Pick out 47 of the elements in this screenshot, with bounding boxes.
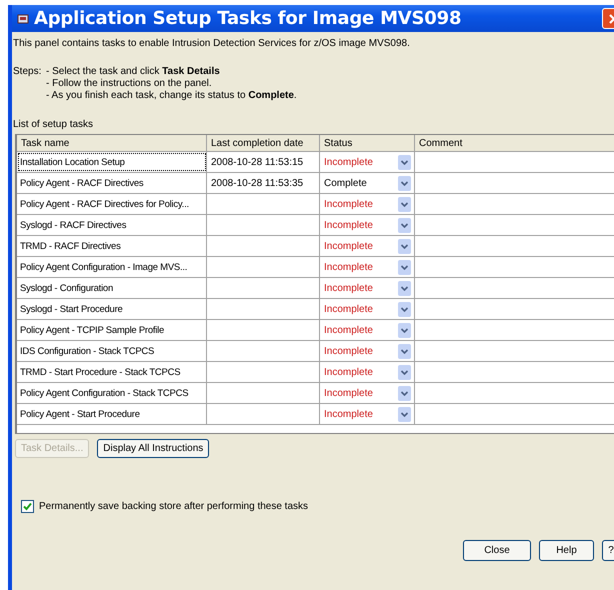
description-text: This panel contains tasks to enable Intrusion Detection Services for z/OS image MVS098.	[12, 38, 411, 49]
footer-button[interactable]: ?	[602, 540, 614, 561]
status-dropdown[interactable]: Incomplete	[324, 220, 373, 230]
task-name-cell[interactable]: Policy Agent - RACF Directives for Policy...	[17, 194, 207, 214]
status-dropdown[interactable]: Incomplete	[324, 262, 373, 272]
action-button[interactable]: Display All Instructions	[97, 439, 210, 458]
task-name-cell[interactable]: Syslogd - Configuration	[17, 278, 207, 298]
status-dropdown[interactable]: Incomplete	[324, 304, 373, 314]
checkbox-label: Permanently save backing store after performing these tasks	[39, 501, 308, 512]
step-text: - Follow the instructions on the panel.	[46, 78, 213, 90]
column-header[interactable]: Status	[320, 135, 415, 151]
column-header[interactable]: Task name	[17, 135, 207, 151]
task-name-cell[interactable]: Installation Location Setup	[17, 152, 207, 172]
task-name-cell[interactable]: Policy Agent - TCPIP Sample Profile	[17, 320, 207, 340]
task-name-cell[interactable]: IDS Configuration - Stack TCPCS	[17, 341, 207, 361]
checkbox[interactable]	[21, 500, 34, 513]
task-name-cell[interactable]: Policy Agent - RACF Directives	[17, 173, 207, 193]
checkmark-icon	[22, 501, 33, 512]
list-label: List of setup tasks	[12, 119, 94, 130]
status-dropdown[interactable]: Incomplete	[324, 346, 373, 356]
footer-button[interactable]: Help	[539, 540, 594, 561]
task-name-cell[interactable]: Policy Agent Configuration - Image MVS...	[17, 257, 207, 277]
status-dropdown[interactable]: Incomplete	[324, 324, 373, 336]
status-dropdown[interactable]: Incomplete	[324, 198, 373, 210]
status-dropdown[interactable]: Incomplete	[324, 408, 373, 420]
status-dropdown[interactable]: Incomplete	[324, 388, 373, 398]
date-cell: 2008-10-28 11:53:15	[207, 152, 320, 172]
steps-label: Steps:	[13, 66, 42, 79]
task-name-cell[interactable]: TRMD - RACF Directives	[17, 236, 207, 256]
step-text: - Select the task and click Task Details	[46, 66, 221, 78]
status-dropdown[interactable]: Complete	[324, 178, 367, 188]
task-name-cell[interactable]: Policy Agent Configuration - Stack TCPCS	[17, 383, 207, 403]
task-name-cell[interactable]: TRMD - Start Procedure - Stack TCPCS	[17, 362, 207, 382]
column-header[interactable]: Last completion date	[207, 135, 320, 151]
task-name-cell[interactable]: Syslogd - RACF Directives	[17, 215, 207, 235]
status-dropdown[interactable]: Incomplete	[324, 282, 373, 294]
app-icon	[17, 12, 29, 24]
footer-button[interactable]: Close	[463, 540, 531, 561]
task-name-cell[interactable]: Syslogd - Start Procedure	[17, 299, 207, 319]
window-title: Application Setup Tasks for Image MVS098	[34, 8, 462, 29]
task-name-cell[interactable]: Policy Agent - Start Procedure	[17, 404, 207, 424]
date-cell: 2008-10-28 11:53:35	[207, 173, 320, 193]
status-dropdown[interactable]: Incomplete	[324, 240, 373, 252]
step-text: - As you finish each task, change its status to Complete.	[46, 90, 297, 102]
status-dropdown[interactable]: Incomplete	[324, 156, 373, 168]
column-header[interactable]: Comment	[415, 135, 614, 151]
status-dropdown[interactable]: Incomplete	[324, 366, 373, 378]
